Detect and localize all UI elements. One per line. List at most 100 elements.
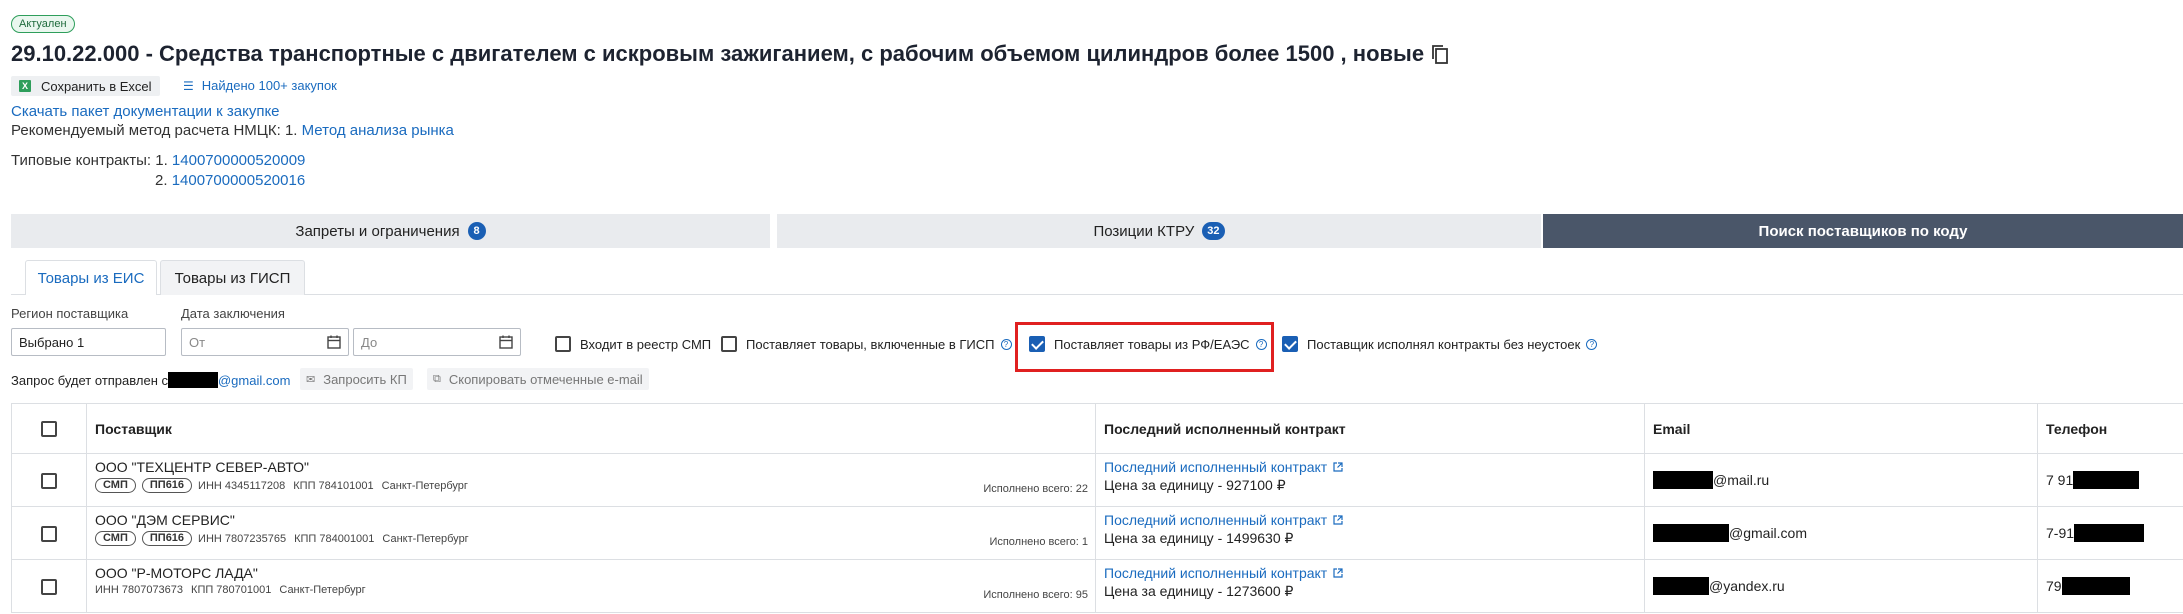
supplier-name: ООО "Р-МОТОРС ЛАДА" bbox=[95, 565, 258, 581]
tab-restrictions-label: Запреты и ограничения bbox=[295, 222, 460, 240]
tab-restrictions[interactable]: Запреты и ограничения 8 bbox=[11, 214, 770, 248]
filter-gisp-checkbox[interactable] bbox=[721, 336, 737, 352]
region-label: Регион поставщика bbox=[11, 306, 129, 321]
phone-prefix: 7-91 bbox=[2046, 525, 2075, 541]
select-all-cell[interactable] bbox=[11, 403, 87, 454]
row-select-cell[interactable] bbox=[11, 453, 87, 507]
row-select-cell[interactable] bbox=[11, 559, 87, 613]
supplier-name: ООО "ТЕХЦЕНТР СЕВЕР-АВТО" bbox=[95, 459, 309, 475]
redacted-block bbox=[1653, 524, 1729, 542]
request-kp-button[interactable]: ✉ Запросить КП bbox=[300, 368, 413, 390]
tab-supplier-search[interactable]: Поиск поставщиков по коду bbox=[1543, 214, 2183, 248]
supplier-inn: ИНН 4345117208 bbox=[198, 479, 286, 492]
filter-gisp[interactable]: Поставляет товары, включенные в ГИСП ? bbox=[721, 336, 1012, 352]
last-contract-label: Последний исполненный контракт bbox=[1104, 565, 1328, 581]
row-checkbox[interactable] bbox=[41, 578, 57, 595]
table-row: ООО "Р-МОТОРС ЛАДА" ИНН 7807073673 КПП 7… bbox=[11, 559, 2183, 613]
table-row: ООО "ТЕХЦЕНТР СЕВЕР-АВТО" СМП ПП616 ИНН … bbox=[11, 453, 2183, 507]
help-icon[interactable]: ? bbox=[1000, 338, 1012, 350]
tab-ktru-count: 32 bbox=[1202, 222, 1225, 240]
row-select-cell[interactable] bbox=[11, 506, 87, 560]
nmck-method-link[interactable]: Метод анализа рынка bbox=[302, 122, 454, 139]
subtab-gisp[interactable]: Товары из ГИСП bbox=[160, 260, 305, 295]
calendar-icon[interactable] bbox=[499, 335, 513, 349]
contracts-done: Исполнено всего: 1 bbox=[989, 536, 1088, 548]
save-excel-label: Сохранить в Excel bbox=[41, 78, 152, 94]
redacted-block bbox=[1653, 471, 1713, 489]
redacted-block bbox=[2073, 471, 2140, 489]
email-suffix: @mail.ru bbox=[1713, 472, 1770, 488]
date-label: Дата заключения bbox=[181, 306, 285, 321]
email-value[interactable]: @mail.ru bbox=[1653, 459, 2029, 501]
suppliers-table: Поставщик Последний исполненный контракт… bbox=[11, 403, 2183, 613]
request-sender-prefix: Запрос будет отправлен с bbox=[11, 372, 168, 388]
supplier-kpp: КПП 784001001 bbox=[294, 532, 375, 545]
subtab-eis[interactable]: Товары из ЕИС bbox=[25, 260, 157, 295]
excel-icon: X bbox=[19, 80, 31, 92]
phone-cell: 7 91 bbox=[2037, 453, 2183, 507]
email-value[interactable]: @yandex.ru bbox=[1653, 565, 2029, 607]
contracts-done: Исполнено всего: 22 bbox=[983, 483, 1088, 495]
typical-contracts-label: Типовые контракты: 1. bbox=[11, 152, 168, 169]
typical-contract-link-2[interactable]: 1400700000520016 bbox=[172, 172, 305, 189]
redacted-block bbox=[2074, 524, 2145, 542]
contract-cell: Последний исполненный контракт Цена за е… bbox=[1095, 506, 1645, 560]
filter-no-penalties[interactable]: Поставщик исполнял контракты без неустое… bbox=[1282, 336, 1598, 352]
filter-gisp-label: Поставляет товары, включенные в ГИСП bbox=[746, 336, 995, 352]
supplier-inn: ИНН 7807235765 bbox=[198, 532, 287, 545]
copy-icon[interactable] bbox=[1430, 43, 1450, 65]
phone-prefix: 7 91 bbox=[2046, 472, 2074, 488]
supplier-kpp: КПП 780701001 bbox=[191, 584, 272, 596]
filter-smp-checkbox[interactable] bbox=[555, 336, 571, 352]
row-checkbox[interactable] bbox=[41, 525, 57, 542]
contract-cell: Последний исполненный контракт Цена за е… bbox=[1095, 559, 1645, 613]
subtab-eis-label: Товары из ЕИС bbox=[37, 269, 145, 287]
found-purchases-label: Найдено 100+ закупок bbox=[201, 78, 337, 93]
select-all-checkbox[interactable] bbox=[41, 421, 57, 438]
last-contract-link[interactable]: Последний исполненный контракт bbox=[1104, 565, 1636, 581]
calendar-icon[interactable] bbox=[327, 335, 341, 349]
typical-contracts-num-2: 2. bbox=[155, 172, 168, 189]
filter-smp[interactable]: Входит в реестр СМП bbox=[555, 336, 711, 352]
redacted-block bbox=[1653, 577, 1709, 595]
last-contract-link[interactable]: Последний исполненный контракт bbox=[1104, 459, 1636, 475]
tag-pp616: ПП616 bbox=[141, 478, 193, 493]
last-contract-link[interactable]: Последний исполненный контракт bbox=[1104, 512, 1636, 528]
supplier-cell: ООО "Р-МОТОРС ЛАДА" ИНН 7807073673 КПП 7… bbox=[86, 559, 1096, 613]
filter-no-penalties-checkbox[interactable] bbox=[1282, 336, 1298, 352]
typical-contract-link-1[interactable]: 1400700000520009 bbox=[172, 152, 305, 169]
help-icon[interactable]: ? bbox=[1586, 338, 1598, 350]
email-cell: @gmail.com bbox=[1644, 506, 2038, 560]
email-suffix: @yandex.ru bbox=[1709, 578, 1785, 594]
tag-smp: СМП bbox=[95, 531, 136, 546]
copy-emails-button[interactable]: ⧉ Скопировать отмеченные e-mail bbox=[427, 368, 649, 390]
download-docs-link[interactable]: Скачать пакет документации к закупке bbox=[11, 103, 280, 120]
filter-smp-label: Входит в реестр СМП bbox=[580, 336, 712, 352]
email-suffix: @gmail.com bbox=[1729, 525, 1808, 541]
region-select[interactable]: Выбрано 1 bbox=[11, 328, 166, 356]
list-icon: ☰ bbox=[183, 78, 194, 93]
header-contract: Последний исполненный контракт bbox=[1095, 403, 1645, 454]
found-purchases-link[interactable]: ☰ Найдено 100+ закупок bbox=[183, 78, 337, 93]
row-checkbox[interactable] bbox=[41, 472, 57, 489]
date-from-input[interactable]: От bbox=[181, 328, 349, 356]
phone-cell: 7-91 bbox=[2037, 506, 2183, 560]
request-sender-email[interactable]: @gmail.com bbox=[218, 373, 290, 388]
tab-ktru[interactable]: Позиции КТРУ 32 bbox=[777, 214, 1541, 248]
external-link-icon bbox=[1333, 462, 1343, 472]
table-header-row: Поставщик Последний исполненный контракт… bbox=[11, 403, 2183, 454]
date-to-input[interactable]: До bbox=[353, 328, 521, 356]
external-link-icon bbox=[1333, 568, 1343, 578]
supplier-city: Санкт-Петербург bbox=[382, 532, 469, 545]
save-excel-button[interactable]: X Сохранить в Excel bbox=[11, 76, 160, 96]
request-sender: Запрос будет отправлен с @gmail.com bbox=[11, 372, 290, 388]
date-from-placeholder: От bbox=[189, 334, 206, 350]
supplier-meta: ИНН 7807073673 КПП 780701001 Санкт-Петер… bbox=[95, 584, 1087, 596]
supplier-inn: ИНН 7807073673 bbox=[95, 584, 184, 596]
header-email: Email bbox=[1644, 403, 2038, 454]
copy-emails-label: Скопировать отмеченные e-mail bbox=[448, 371, 643, 387]
supplier-city: Санкт-Петербург bbox=[279, 584, 366, 596]
email-value[interactable]: @gmail.com bbox=[1653, 512, 2029, 554]
nmck-method: Рекомендуемый метод расчета НМЦК: 1. Мет… bbox=[11, 122, 454, 139]
header-phone: Телефон bbox=[2037, 403, 2183, 454]
